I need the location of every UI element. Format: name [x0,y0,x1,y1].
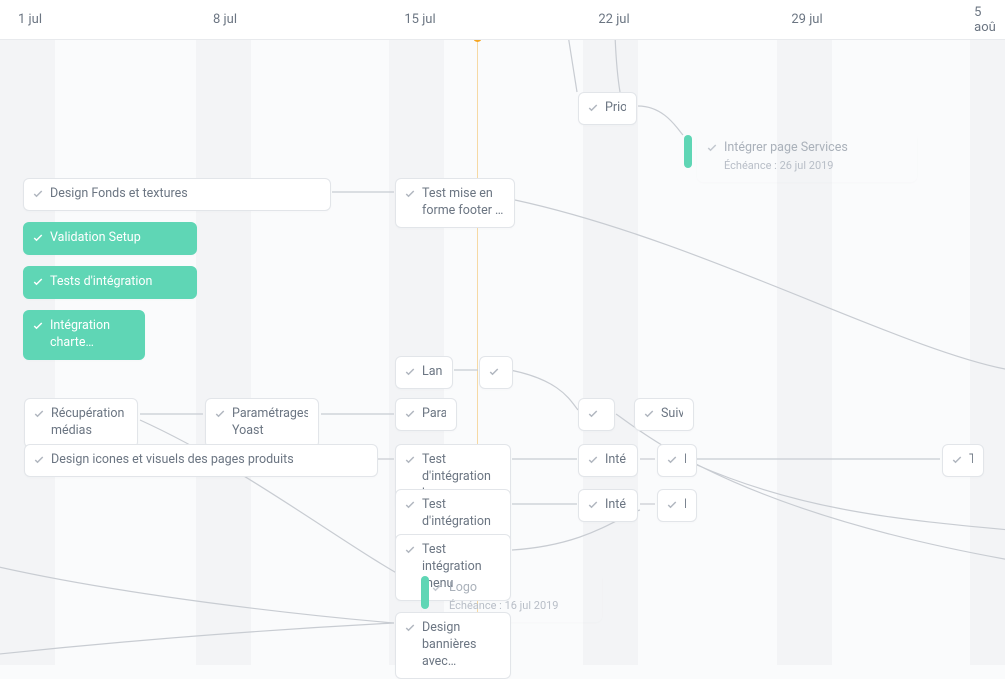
check-icon [431,582,443,594]
check-icon [404,622,416,634]
check-icon [32,188,44,200]
date-label: 5 aoû [974,5,996,35]
task-prio[interactable]: Prio… [578,92,637,125]
task-tests[interactable]: Tests d'intégration [23,266,197,299]
task-label: Para… [422,406,446,423]
task-label: Suiv… [661,406,683,423]
task-label: Logo [449,580,559,597]
task-icones[interactable]: Design icones et visuels des pages produ… [24,444,378,477]
task-label: Récupération médias [51,406,127,440]
task-inte2[interactable]: Inté… [578,489,638,522]
check-icon [587,102,599,114]
task-label: I… [684,452,686,469]
check-icon [33,454,45,466]
date-label: 15 jul [404,12,435,27]
date-label: 29 jul [791,12,822,27]
task-label: I… [684,497,686,514]
task-s[interactable]: S [578,398,615,431]
check-icon [587,499,599,511]
check-icon [706,142,718,154]
task-validation[interactable]: Validation Setup [23,222,197,255]
task-services[interactable]: Intégrer page Services Échéance : 26 jul… [697,132,917,182]
weekend-stripe [970,40,1005,665]
task-label: Intégrer page Services [724,140,848,157]
check-icon [643,408,655,420]
task-suiv[interactable]: Suiv… [634,398,694,431]
task-lan[interactable]: Lan… [395,356,453,389]
task-para[interactable]: Para… [395,398,457,431]
check-icon [488,366,500,378]
task-medias[interactable]: Récupération médias [24,398,138,448]
task-label: Validation Setup [50,230,141,247]
task-charte[interactable]: Intégration charte… [23,310,145,360]
task-label: Design icones et visuels des pages produ… [51,452,294,469]
task-label: Lan… [422,364,442,381]
timeline-header: 1 jul 8 jul 15 jul 22 jul 29 jul 5 aoû [0,0,1005,40]
task-label: Intégration charte… [50,318,134,352]
task-label: Paramétrages Yoast [232,406,308,440]
date-label: 1 jul [18,12,42,27]
check-icon [404,454,416,466]
task-inte1[interactable]: Inté… [578,444,638,477]
task-t[interactable]: T… [942,444,984,477]
check-icon [587,454,599,466]
task-g[interactable]: G [479,356,513,389]
check-icon [214,408,226,420]
task-label: Inté… [605,497,627,514]
task-yoast[interactable]: Paramétrages Yoast [205,398,319,448]
milestone-pill [684,135,692,168]
check-icon [32,232,44,244]
task-label: Tests d'intégration [50,274,152,291]
task-i1[interactable]: I… [657,444,697,477]
task-label: Prio… [605,100,626,117]
check-icon [32,276,44,288]
weekend-stripe [196,40,251,665]
task-due: Échéance : 26 jul 2019 [724,159,848,174]
date-label: 8 jul [213,12,237,27]
task-label: Inté… [605,452,627,469]
task-label: Design Fonds et textures [50,186,188,203]
check-icon [32,320,44,332]
check-icon [404,544,416,556]
task-bannieres[interactable]: Design bannières avec… [395,612,511,679]
task-footer[interactable]: Test mise en forme footer … [395,178,515,228]
check-icon [666,499,678,511]
task-label: Test mise en forme footer … [422,186,504,220]
check-icon [404,188,416,200]
task-fonds[interactable]: Design Fonds et textures [23,178,331,211]
date-label: 22 jul [598,12,629,27]
check-icon [587,408,599,420]
check-icon [404,366,416,378]
check-icon [951,454,963,466]
check-icon [404,408,416,420]
task-label: Design bannières avec… [422,620,500,671]
task-label: T… [969,452,973,469]
check-icon [404,499,416,511]
task-i2[interactable]: I… [657,489,697,522]
check-icon [666,454,678,466]
check-icon [33,408,45,420]
timeline-canvas[interactable]: Prio… Intégrer page Services Échéance : … [0,40,1005,665]
